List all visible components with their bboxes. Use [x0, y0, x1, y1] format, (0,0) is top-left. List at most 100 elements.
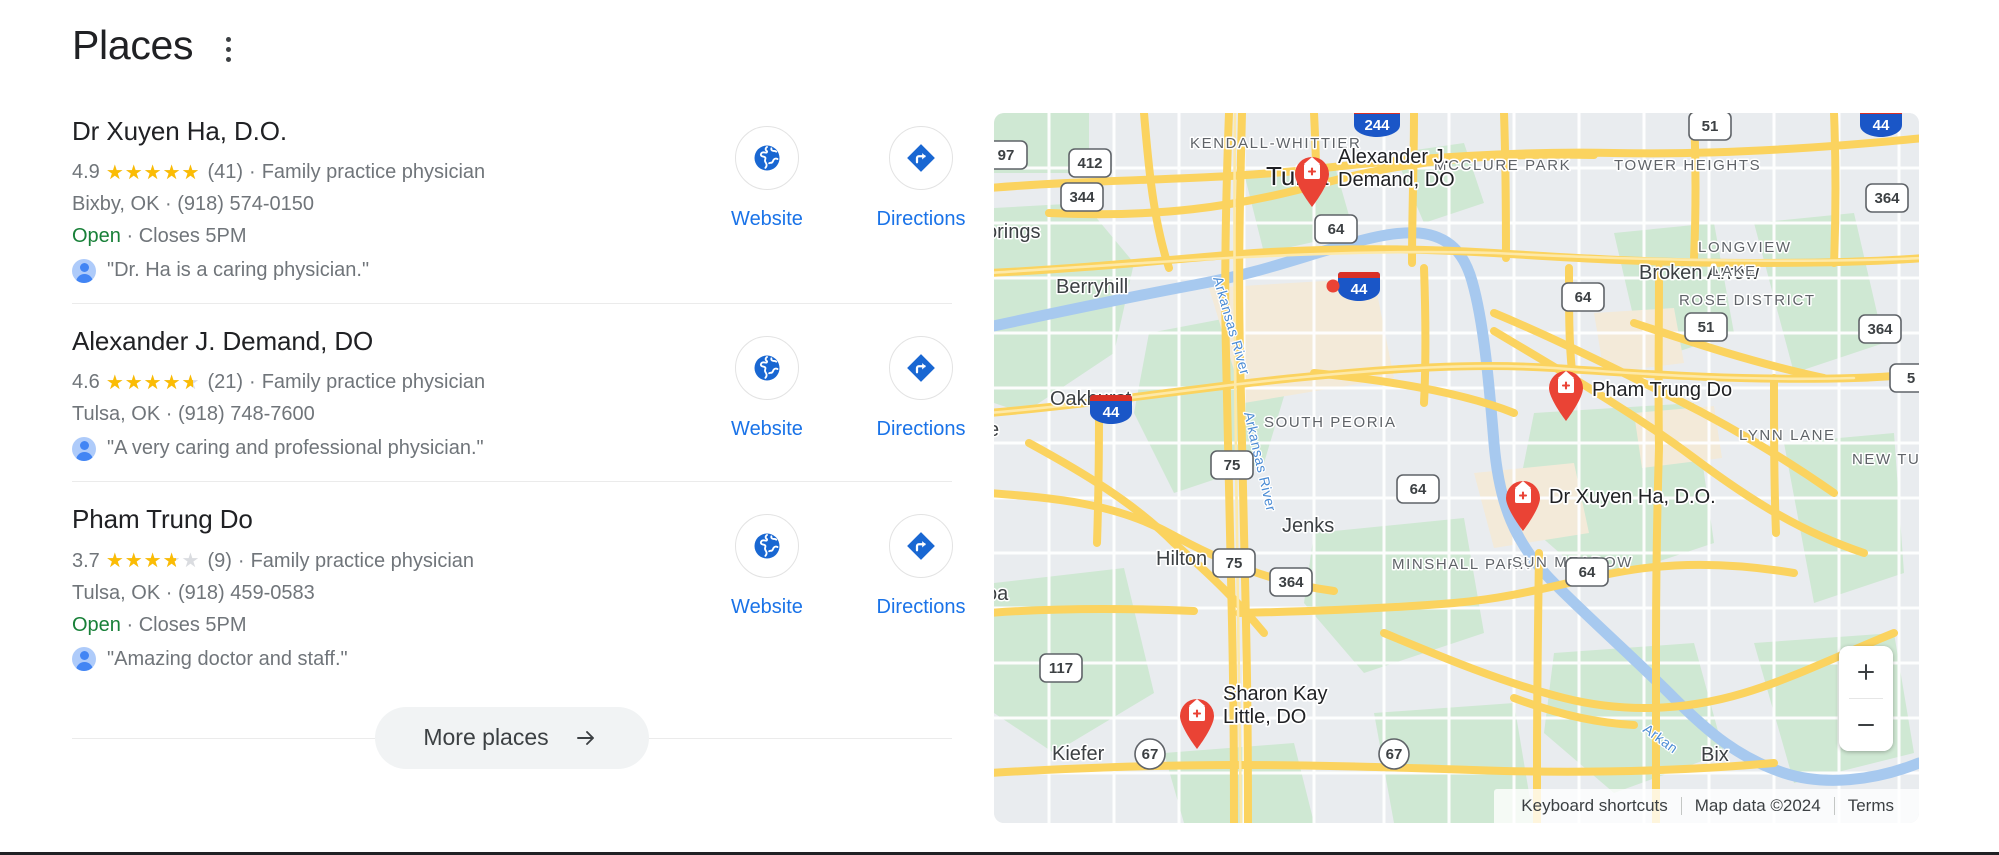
map-label-sand-springs-partial: orings — [994, 221, 1040, 243]
review-count: (41) — [207, 161, 244, 184]
globe-icon — [754, 145, 780, 171]
svg-text:344: 344 — [1069, 189, 1095, 206]
kebab-dot-1 — [225, 36, 231, 42]
map-label-longview-lake-2: LAKE — [1712, 263, 1757, 280]
review-count: (9) — [207, 549, 232, 572]
svg-text:364: 364 — [1874, 190, 1900, 207]
more-places-button[interactable]: More places — [375, 706, 649, 769]
directions-icon — [907, 144, 935, 172]
place-category: Family practice physician — [261, 371, 486, 394]
map-label-left-partial: e — [994, 419, 999, 441]
place-actions: Website Directions — [712, 504, 976, 620]
places-list-panel: Places Dr Xuyen Ha, D.O. 4.9 ★★★★★ ★★★★★… — [0, 0, 995, 855]
place-location-phone: Tulsa, OK · (918) 748-7600 — [72, 403, 315, 426]
place-name[interactable]: Pham Trung Do — [72, 504, 692, 535]
kebab-dot-2 — [225, 46, 231, 52]
svg-text:44: 44 — [1873, 117, 1890, 134]
star-rating: ★★★★★ ★★★★★ — [106, 373, 201, 393]
separator-dot: · — [249, 161, 256, 184]
svg-text:364: 364 — [1867, 321, 1893, 338]
globe-icon — [754, 533, 780, 559]
map-label-lynn-lane: LYNN LANE — [1739, 427, 1836, 444]
website-button-circle — [735, 126, 799, 190]
map-pin-label-alexander-demand-2: Demand, DO — [1338, 169, 1455, 191]
terms-link[interactable]: Terms — [1835, 796, 1907, 816]
place-listing[interactable]: Pham Trung Do 3.7 ★★★★★ ★★★★★ (9) · Fami… — [72, 482, 995, 691]
map-pin-label-dr-xuyen-ha: Dr Xuyen Ha, D.O. — [1549, 486, 1716, 508]
website-label: Website — [731, 418, 803, 441]
place-category: Family practice physician — [261, 161, 486, 184]
place-rating-row: 3.7 ★★★★★ ★★★★★ (9) · Family practice ph… — [72, 547, 692, 576]
review-quote: "Amazing doctor and staff." — [107, 647, 348, 670]
arrow-right-icon — [576, 730, 594, 745]
svg-text:75: 75 — [1226, 555, 1243, 572]
svg-text:51: 51 — [1698, 319, 1715, 336]
svg-text:44: 44 — [1103, 404, 1120, 421]
svg-text:51: 51 — [1702, 118, 1719, 135]
directions-button[interactable]: Directions — [866, 514, 976, 620]
place-location-phone: Bixby, OK · (918) 574-0150 — [72, 193, 314, 216]
map-pin-label-pham-trung-do: Pham Trung Do — [1592, 379, 1732, 401]
place-info: Dr Xuyen Ha, D.O. 4.9 ★★★★★ ★★★★★ (41) ·… — [72, 116, 692, 285]
place-name[interactable]: Dr Xuyen Ha, D.O. — [72, 116, 692, 147]
map-pin-label-alexander-demand-1: Alexander J. — [1338, 146, 1449, 168]
svg-text:75: 75 — [1224, 457, 1241, 474]
directions-label: Directions — [876, 596, 966, 619]
review-quote: "A very caring and professional physicia… — [107, 437, 484, 460]
rating-value: 4.6 — [72, 371, 100, 394]
map-label-minshall-park: MINSHALL PARK — [1392, 556, 1531, 573]
kebab-menu-icon[interactable] — [215, 32, 241, 66]
place-hours-row: Open · Closes 5PM — [72, 611, 692, 640]
svg-text:67: 67 — [1142, 746, 1159, 763]
place-info: Pham Trung Do 3.7 ★★★★★ ★★★★★ (9) · Fami… — [72, 504, 692, 673]
map-label-kiefer: Kiefer — [1052, 743, 1105, 765]
directions-icon — [907, 532, 935, 561]
closing-time: · Closes 5PM — [126, 225, 247, 248]
map-label-hilton: Hilton — [1156, 548, 1207, 570]
map-label-new-tulsa: NEW TUL — [1852, 451, 1919, 468]
rating-value: 4.9 — [72, 161, 100, 184]
directions-button[interactable]: Directions — [866, 126, 976, 232]
star-foreground: ★★★★★ — [105, 551, 176, 572]
place-listing[interactable]: Dr Xuyen Ha, D.O. 4.9 ★★★★★ ★★★★★ (41) ·… — [72, 110, 995, 303]
place-review-quote-row: "Dr. Ha is a caring physician." — [72, 256, 692, 285]
map-zoom-control — [1839, 646, 1893, 751]
svg-text:412: 412 — [1077, 155, 1102, 172]
website-button-circle — [735, 514, 799, 579]
website-button[interactable]: Website — [712, 336, 822, 442]
svg-text:364: 364 — [1278, 574, 1304, 591]
svg-text:5: 5 — [1907, 370, 1915, 387]
website-button[interactable]: Website — [712, 514, 822, 620]
svg-text:64: 64 — [1579, 564, 1596, 581]
website-button[interactable]: Website — [712, 126, 822, 232]
place-name[interactable]: Alexander J. Demand, DO — [72, 326, 692, 357]
directions-button[interactable]: Directions — [866, 336, 976, 442]
map-label-sapulpa-partial: oa — [994, 583, 1009, 605]
open-status: Open — [72, 225, 121, 248]
map-view[interactable]: Tulsa Berryhill Oakhurst Jenks Hilton Ki… — [994, 113, 1919, 823]
map-zoom-in-button[interactable] — [1839, 646, 1893, 698]
directions-button-circle — [889, 336, 953, 401]
place-review-quote-row: "A very caring and professional physicia… — [72, 434, 692, 463]
directions-button-circle — [889, 126, 953, 190]
directions-button-circle — [889, 514, 953, 579]
star-rating: ★★★★★ ★★★★★ — [106, 163, 201, 183]
review-quote: "Dr. Ha is a caring physician." — [107, 259, 370, 282]
place-rating-row: 4.9 ★★★★★ ★★★★★ (41) · Family practice p… — [72, 158, 692, 187]
separator-dot: · — [249, 371, 256, 394]
directions-label: Directions — [876, 208, 966, 230]
svg-text:97: 97 — [998, 147, 1015, 164]
map-pin-label-sharon-kay-little-2: Little, DO — [1223, 706, 1306, 728]
open-status: Open — [72, 613, 121, 636]
star-foreground: ★★★★★ — [105, 162, 199, 183]
place-listing[interactable]: Alexander J. Demand, DO 4.6 ★★★★★ ★★★★★ … — [72, 304, 995, 481]
places-header: Places — [72, 18, 995, 74]
keyboard-shortcuts-link[interactable]: Keyboard shortcuts — [1508, 796, 1680, 816]
map-zoom-out-button[interactable] — [1839, 699, 1893, 751]
map-label-tower-heights: TOWER HEIGHTS — [1614, 157, 1761, 174]
svg-text:67: 67 — [1386, 746, 1403, 763]
directions-icon — [907, 354, 935, 383]
star-foreground: ★★★★★ — [105, 372, 193, 393]
map-canvas: Tulsa Berryhill Oakhurst Jenks Hilton Ki… — [994, 113, 1919, 823]
map-label-berryhill: Berryhill — [1056, 276, 1128, 298]
